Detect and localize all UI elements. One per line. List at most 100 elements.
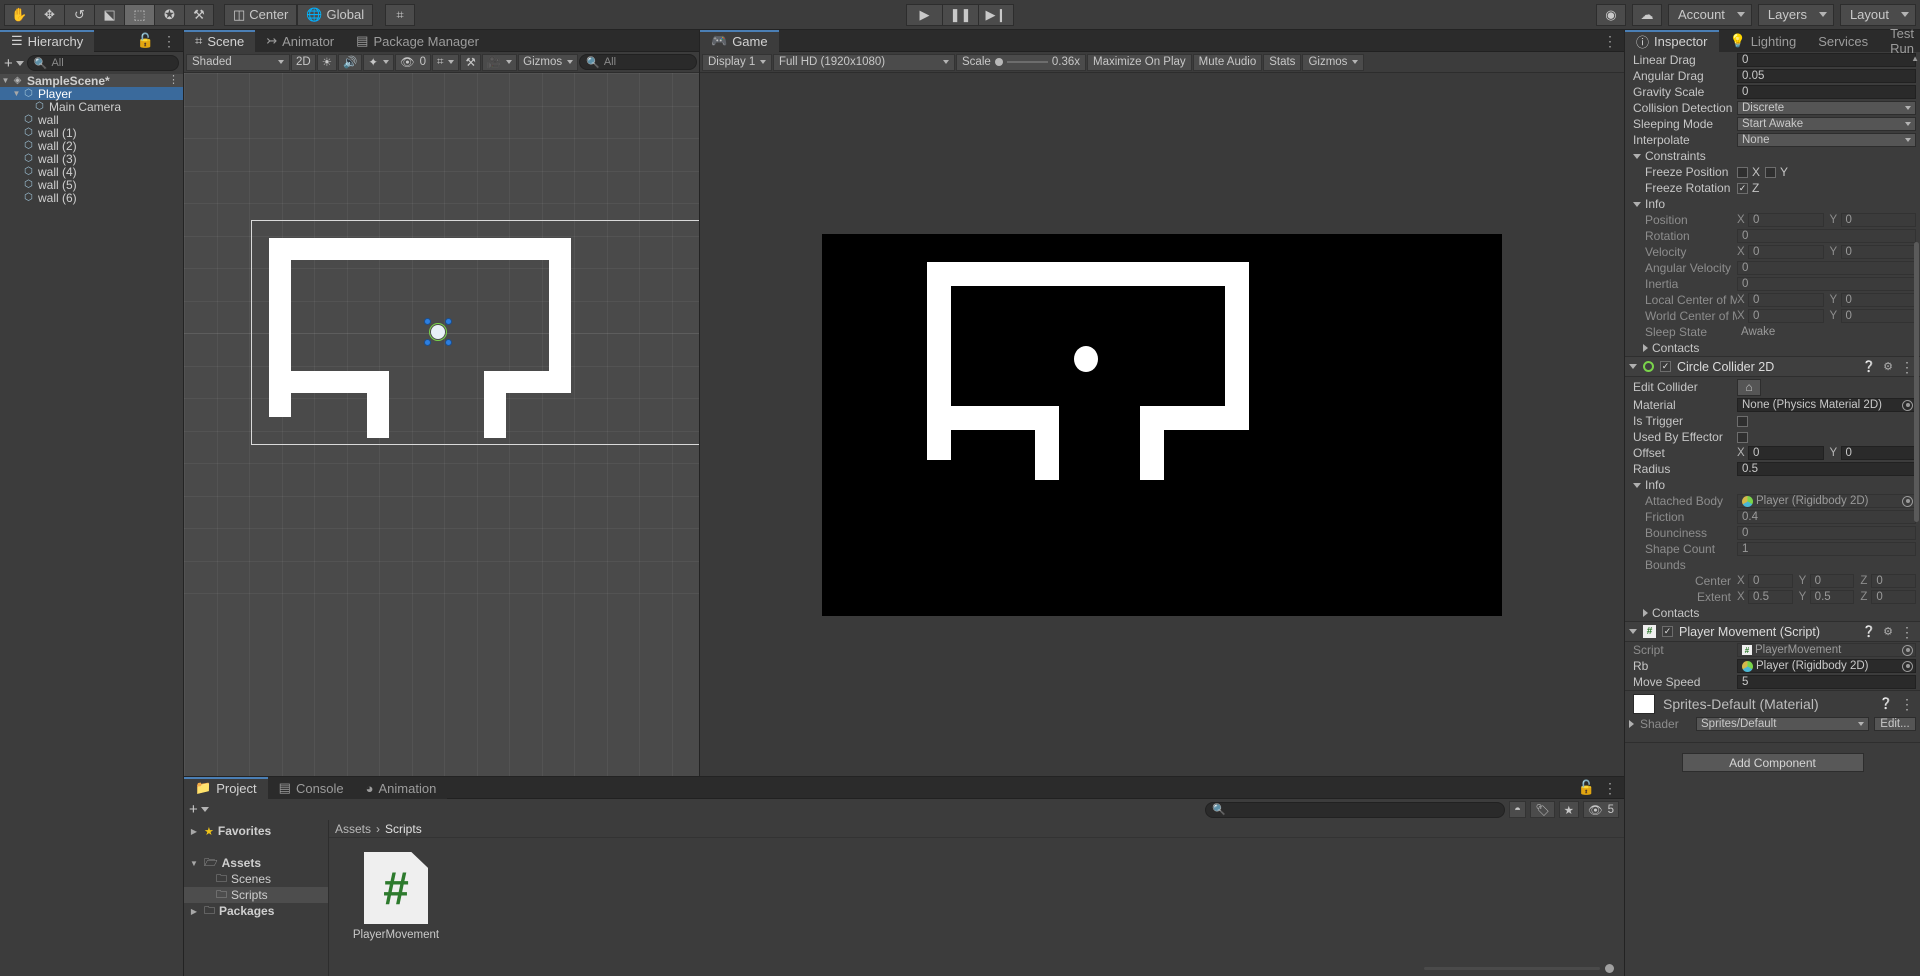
collider-contacts-foldout[interactable]: Contacts [1625, 605, 1920, 621]
chevron-down-icon[interactable]: ▼ [188, 859, 200, 868]
hierarchy-item-wall-3[interactable]: ⬡ wall (3) [0, 152, 183, 166]
freeze-rotation-z-checkbox[interactable]: ✓ [1737, 182, 1748, 194]
tab-animation[interactable]: ◕ Animation [354, 777, 448, 799]
step-button[interactable]: ▶❙ [978, 3, 1014, 26]
game-menu-icon[interactable]: ⋮ [1603, 34, 1617, 48]
chevron-right-icon[interactable]: ▶ [188, 907, 200, 916]
filter-by-label-icon[interactable]: 🏷 [1530, 801, 1555, 818]
project-tree-item-assets[interactable]: ▼ 🗁 Assets [184, 855, 328, 871]
scene-camera-dropdown[interactable]: 🎥 [481, 53, 518, 71]
shader-edit-button[interactable]: Edit... [1874, 717, 1916, 731]
tab-lighting[interactable]: 💡 Lighting [1718, 30, 1808, 52]
edit-collider-button[interactable]: ⌂ [1737, 378, 1761, 396]
component-menu-icon[interactable]: ⋮ [1900, 697, 1914, 711]
tab-game[interactable]: 🎮 Game [700, 30, 779, 52]
play-button[interactable]: ▶ [906, 3, 942, 26]
chevron-down-icon[interactable]: ▼ [11, 89, 22, 98]
cloud-icon[interactable]: ☁ [1631, 3, 1662, 26]
player-movement-enabled-checkbox[interactable]: ✓ [1662, 626, 1673, 637]
shader-dropdown[interactable]: Sprites/Default [1696, 717, 1869, 731]
scroll-up-icon[interactable]: ▲ [1911, 54, 1919, 63]
resolution-dropdown[interactable]: Full HD (1920x1080) [773, 53, 955, 71]
layout-dropdown[interactable]: Layout [1839, 3, 1916, 26]
audio-icon[interactable]: 🔊 [338, 53, 363, 71]
project-search-input[interactable]: 🔍 [1205, 801, 1506, 818]
tab-animator[interactable]: ↣ Animator [255, 30, 346, 52]
asset-grid[interactable]: # PlayerMovement [329, 838, 1624, 976]
move-tool-icon[interactable]: ✥ [34, 3, 64, 26]
stats-button[interactable]: Stats [1263, 53, 1302, 71]
hierarchy-item-wall-4[interactable]: ⬡ wall (4) [0, 165, 183, 179]
pause-button[interactable]: ❚❚ [942, 3, 978, 26]
grid-snap-icon[interactable]: ⌗ [385, 3, 416, 26]
help-icon[interactable]: ❔ [1862, 625, 1876, 638]
linear-drag-field[interactable]: 0 [1737, 53, 1916, 67]
lighting-icon[interactable]: ☀ [316, 53, 338, 71]
tab-inspector[interactable]: ⓘ Inspector [1625, 30, 1719, 52]
account-dropdown[interactable]: Account [1667, 3, 1752, 26]
create-object-button[interactable]: + [4, 55, 24, 72]
sleeping-mode-field[interactable]: Start Awake [1737, 117, 1916, 131]
hierarchy-item-wall-2[interactable]: ⬡ wall (2) [0, 139, 183, 153]
hand-tool-icon[interactable]: ✋ [4, 3, 34, 26]
lock-icon[interactable]: 🔓 [1578, 779, 1595, 796]
fx-dropdown[interactable]: ✦ [363, 53, 394, 71]
hidden-packages-count[interactable]: 👁 5 [1582, 801, 1619, 818]
add-component-button[interactable]: Add Component [1681, 753, 1864, 772]
hierarchy-item-wall-5[interactable]: ⬡ wall (5) [0, 178, 183, 192]
selection-handle-tr[interactable] [445, 318, 452, 325]
player-selection-gizmo[interactable] [424, 318, 452, 346]
help-icon[interactable]: ❔ [1879, 697, 1893, 711]
filter-by-type-icon[interactable]: ◓ [1509, 801, 1527, 818]
breadcrumb-scripts[interactable]: Scripts [385, 822, 422, 836]
hierarchy-menu-icon[interactable]: ⋮ [162, 34, 176, 48]
collider-radius-field[interactable]: 0.5 [1737, 462, 1916, 476]
scene-search-input[interactable]: 🔍 All [579, 54, 697, 70]
project-folder-tree[interactable]: ▶ ★ Favorites ▼ 🗁 Assets 🗀 Scenes 🗀 Scripts ▶ 🗀 Pack… [184, 820, 329, 976]
component-menu-icon[interactable]: ⋮ [1900, 360, 1914, 374]
preset-icon[interactable]: ⚙ [1883, 625, 1893, 638]
hierarchy-item-wall-1[interactable]: ⬡ wall (1) [0, 126, 183, 140]
scene-wall-sprite[interactable] [549, 238, 571, 393]
component-menu-icon[interactable]: ⋮ [1900, 625, 1914, 639]
scale-tool-icon[interactable]: ⬕ [94, 3, 124, 26]
scene-context-menu-icon[interactable]: ⋮ [168, 75, 179, 86]
game-viewport[interactable] [700, 73, 1624, 776]
scene-wall-sprite[interactable] [484, 393, 506, 438]
hierarchy-item-samplescene[interactable]: ▼ ◈ SampleScene* ⋮ [0, 74, 183, 88]
player-movement-header[interactable]: # ✓ Player Movement (Script) ❔ ⚙ ⋮ [1625, 621, 1920, 642]
layers-dropdown[interactable]: Layers [1757, 3, 1834, 26]
scene-tools-icon[interactable]: ⚒ [460, 53, 481, 71]
move-speed-field[interactable]: 5 [1737, 675, 1916, 689]
chevron-right-icon[interactable]: ▶ [188, 827, 200, 836]
player-sprite[interactable] [431, 325, 445, 339]
rotate-tool-icon[interactable]: ↺ [64, 3, 94, 26]
project-menu-icon[interactable]: ⋮ [1603, 781, 1617, 795]
maximize-on-play-button[interactable]: Maximize On Play [1087, 53, 1192, 71]
custom-tool-icon[interactable]: ⚒ [184, 3, 214, 26]
collab-icon[interactable]: ◉ [1595, 3, 1626, 26]
scene-grid-dropdown[interactable]: ⌗ [432, 53, 460, 71]
object-picker-icon[interactable] [1902, 399, 1913, 411]
asset-zoom-slider[interactable] [1424, 964, 1614, 973]
hidden-objects-button[interactable]: 👁 0 [394, 53, 431, 71]
is-trigger-checkbox[interactable] [1737, 415, 1748, 427]
preset-icon[interactable]: ⚙ [1883, 360, 1893, 373]
constraints-foldout[interactable]: Constraints [1625, 148, 1920, 164]
selection-handle-br[interactable] [445, 339, 452, 346]
lock-icon[interactable]: 🔓 [137, 32, 154, 49]
scene-wall-sprite[interactable] [269, 238, 571, 260]
scale-slider-knob[interactable] [994, 58, 1003, 66]
transform-tool-icon[interactable]: ✪ [154, 3, 184, 26]
handle-rotation-button[interactable]: 🌐 Global [297, 3, 374, 26]
object-picker-icon[interactable] [1902, 495, 1913, 507]
project-tree-item-scenes[interactable]: 🗀 Scenes [184, 871, 328, 887]
selection-handle-bl[interactable] [424, 339, 431, 346]
project-tree-item-packages[interactable]: ▶ 🗀 Packages [184, 903, 328, 919]
project-tree-item-favorites[interactable]: ▶ ★ Favorites [184, 823, 328, 839]
tab-test-runner[interactable]: Test Run [1879, 26, 1920, 56]
collider-material-field[interactable]: None (Physics Material 2D) [1737, 398, 1916, 412]
rb-field[interactable]: Player (Rigidbody 2D) [1737, 659, 1916, 673]
angular-drag-field[interactable]: 0.05 [1737, 69, 1916, 83]
freeze-position-y-checkbox[interactable] [1765, 166, 1777, 178]
